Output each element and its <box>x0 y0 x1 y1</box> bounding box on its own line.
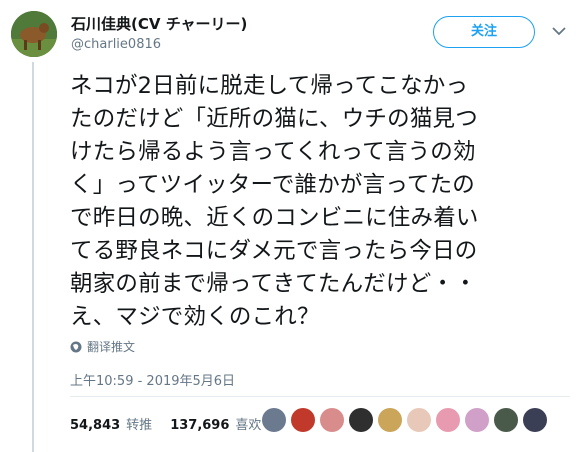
liker-avatars <box>262 408 547 432</box>
avatar[interactable] <box>11 11 57 57</box>
liker-avatar[interactable] <box>523 408 547 432</box>
translate-tweet-link[interactable]: 翻译推文 <box>70 338 135 355</box>
liker-avatar[interactable] <box>407 408 431 432</box>
like-count[interactable]: 137,696 <box>170 418 229 433</box>
avatar-image <box>11 11 57 57</box>
liker-avatar[interactable] <box>436 408 460 432</box>
tweet-stats: 54,843 转推 137,696 喜欢 <box>70 414 261 433</box>
display-name[interactable]: 石川佳典(CV チャーリー) <box>71 13 247 34</box>
liker-avatar[interactable] <box>291 408 315 432</box>
globe-icon <box>70 341 82 352</box>
liker-avatar[interactable] <box>465 408 489 432</box>
translate-label[interactable]: 翻译推文 <box>87 338 135 355</box>
chevron-down-icon[interactable] <box>552 26 566 36</box>
user-handle[interactable]: @charlie0816 <box>71 37 161 52</box>
retweet-count[interactable]: 54,843 <box>70 418 120 433</box>
liker-avatar[interactable] <box>262 408 286 432</box>
liker-avatar[interactable] <box>320 408 344 432</box>
thread-line <box>32 62 34 452</box>
like-label[interactable]: 喜欢 <box>235 414 261 433</box>
follow-button[interactable]: 关注 <box>433 16 535 48</box>
retweet-label[interactable]: 转推 <box>126 414 152 433</box>
divider <box>70 396 570 397</box>
liker-avatar[interactable] <box>494 408 518 432</box>
timestamp[interactable]: 上午10:59 - 2019年5月6日 <box>70 370 235 389</box>
liker-avatar[interactable] <box>378 408 402 432</box>
liker-avatar[interactable] <box>349 408 373 432</box>
tweet-text: ネコが2日前に脱走して帰ってこなかっ たのだけど「近所の猫に、ウチの猫見つ けた… <box>70 73 479 330</box>
